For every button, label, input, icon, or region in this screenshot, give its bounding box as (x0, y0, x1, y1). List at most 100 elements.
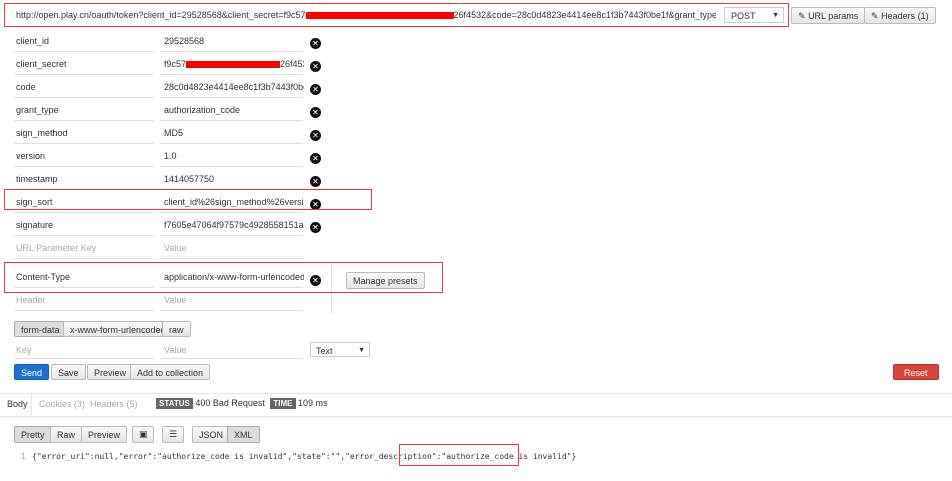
headers-button[interactable]: ✎ Headers (1) (864, 7, 936, 24)
remove-param-icon[interactable]: ✕ (310, 153, 321, 164)
time-value: 109 ms (298, 398, 328, 408)
param-value-sign-method[interactable]: MD5 (164, 128, 304, 138)
remove-param-icon[interactable]: ✕ (310, 222, 321, 233)
edit-icon: ✎ (798, 11, 806, 21)
divider (160, 51, 303, 52)
divider (14, 97, 154, 98)
param-value-code[interactable]: 28c0d4823e4414ee8c1f3b7443f0be1f (164, 82, 304, 92)
response-prefix: {"error_uri":null,"error":"authorize_cod… (32, 452, 442, 461)
tab-response-headers[interactable]: Headers (5) (90, 399, 138, 409)
divider (160, 166, 303, 167)
divider (14, 358, 154, 359)
status-label: STATUS (156, 398, 193, 409)
time-label: TIME (270, 398, 296, 409)
divider (14, 310, 154, 311)
divider (160, 212, 303, 213)
preview-button[interactable]: Preview (87, 364, 134, 380)
save-button[interactable]: Save (51, 364, 86, 380)
param-key-sign-method[interactable]: sign_method (16, 128, 68, 138)
tab-x-www-form-urlencoded[interactable]: x-www-form-urlencoded (63, 321, 173, 337)
divider (0, 416, 952, 417)
divider (14, 258, 154, 259)
param-key-version[interactable]: version (16, 151, 45, 161)
tab-raw[interactable]: raw (162, 321, 191, 337)
copy-icon-button[interactable]: ☰ (162, 426, 184, 443)
param-key-client-id[interactable]: client_id (16, 36, 49, 46)
param-key-code[interactable]: code (16, 82, 36, 92)
param-value-grant-type[interactable]: authorization_code (164, 105, 304, 115)
tab-response-body[interactable]: Body (7, 399, 28, 409)
remove-param-icon[interactable]: ✕ (310, 130, 321, 141)
header-placeholder-key[interactable]: Header (16, 295, 46, 305)
fullscreen-icon: ▣ (139, 429, 148, 439)
remove-param-icon[interactable]: ✕ (310, 176, 321, 187)
edit-icon: ✎ (871, 11, 879, 21)
remove-param-icon[interactable]: ✕ (310, 84, 321, 95)
divider (14, 235, 154, 236)
header-highlight (4, 262, 443, 293)
status-badge: STATUS 400 Bad Request TIME 109 ms (156, 398, 328, 409)
error-highlight (399, 444, 519, 466)
param-value-client-id[interactable]: 29528568 (164, 36, 304, 46)
param-key-grant-type[interactable]: grant_type (16, 105, 59, 115)
remove-param-icon[interactable]: ✕ (310, 107, 321, 118)
divider (14, 166, 154, 167)
method-select[interactable]: POST ▼ (724, 7, 784, 23)
divider (14, 74, 154, 75)
param-key-client-secret[interactable]: client_secret (16, 59, 67, 69)
tab-form-data[interactable]: form-data (14, 321, 67, 337)
method-value: POST (731, 11, 756, 21)
divider (14, 120, 154, 121)
response-suffix: } (571, 452, 577, 461)
header-placeholder-value[interactable]: Value (164, 295, 186, 305)
divider (14, 143, 154, 144)
url-params-button[interactable]: ✎ URL params (791, 7, 866, 24)
divider (160, 310, 303, 311)
divider (14, 51, 154, 52)
divider (160, 120, 303, 121)
divider (31, 394, 32, 416)
param-value-client-secret[interactable]: f9c57 26f4532 (164, 59, 304, 69)
divider (160, 358, 303, 359)
reset-button[interactable]: Reset (893, 364, 939, 380)
divider (160, 143, 303, 144)
form-key-input[interactable]: Key (16, 345, 32, 355)
param-key-input[interactable]: URL Parameter Key (16, 243, 96, 253)
send-button[interactable]: Send (14, 364, 50, 380)
divider (160, 74, 303, 75)
divider (0, 393, 952, 394)
pretty-button[interactable]: Pretty (14, 426, 52, 443)
divider (160, 97, 303, 98)
form-type-value: Text (316, 346, 333, 356)
param-key-timestamp[interactable]: timestamp (16, 174, 58, 184)
tab-response-cookies[interactable]: Cookies (3) (39, 399, 85, 409)
chevron-down-icon: ▼ (772, 12, 779, 19)
xml-button[interactable]: XML (227, 426, 260, 443)
value-suffix: 26f4532 (280, 59, 304, 69)
param-value-timestamp[interactable]: 1414057750 (164, 174, 304, 184)
preview-view-button[interactable]: Preview (81, 426, 128, 443)
remove-param-icon[interactable]: ✕ (310, 38, 321, 49)
param-value-input[interactable]: Value (164, 243, 186, 253)
json-button[interactable]: JSON (192, 426, 231, 443)
divider (160, 235, 303, 236)
url-highlight (4, 3, 789, 27)
wrap-icon-button[interactable]: ▣ (132, 426, 154, 443)
divider (160, 258, 303, 259)
divider (14, 212, 154, 213)
form-value-input[interactable]: Value (164, 345, 186, 355)
param-value-version[interactable]: 1.0 (164, 151, 304, 161)
line-number: 1 (21, 452, 26, 461)
param-key-signature[interactable]: signature (16, 220, 53, 230)
sign-sort-highlight (4, 189, 372, 210)
status-value: 400 Bad Request (195, 398, 265, 408)
value-prefix: f9c57 (164, 59, 187, 69)
indent-icon: ☰ (169, 429, 178, 439)
param-value-signature[interactable]: f7605e47064f97579c4928558151a77a (164, 220, 304, 230)
raw-view-button[interactable]: Raw (50, 426, 83, 443)
redacted-secret (186, 61, 281, 69)
form-type-select[interactable]: Text ▼ (310, 342, 370, 357)
chevron-down-icon: ▼ (358, 347, 365, 354)
add-to-collection-button[interactable]: Add to collection (130, 364, 211, 380)
remove-param-icon[interactable]: ✕ (310, 61, 321, 72)
